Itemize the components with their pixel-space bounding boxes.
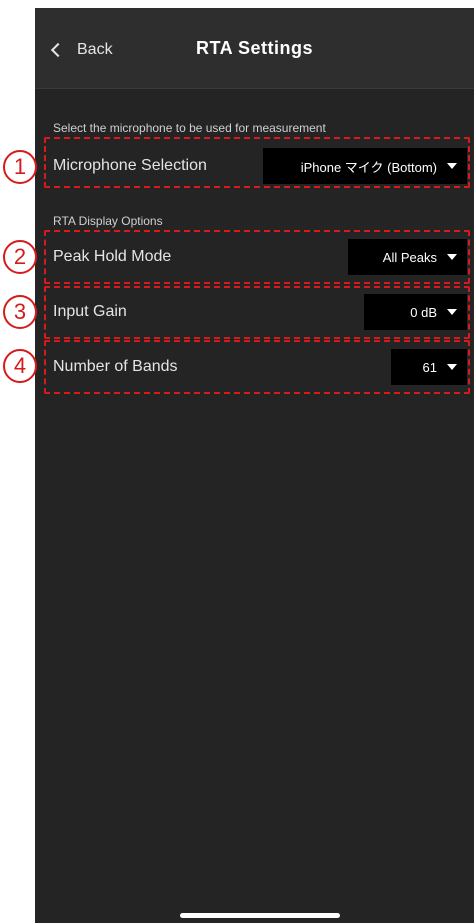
- home-indicator: [180, 913, 340, 918]
- nav-divider: [35, 88, 474, 89]
- annotation-badge-3: 3: [3, 295, 37, 329]
- navigation-bar: Back RTA Settings: [35, 8, 474, 88]
- annotation-box-3: [44, 286, 470, 339]
- annotation-box-2: [44, 230, 470, 284]
- annotation-box-4: [44, 340, 470, 394]
- annotation-badge-2: 2: [3, 240, 37, 274]
- display-options-caption: RTA Display Options: [53, 214, 163, 228]
- annotation-box-1: [44, 137, 470, 188]
- microphone-section-caption: Select the microphone to be used for mea…: [53, 121, 326, 135]
- page-title: RTA Settings: [196, 38, 313, 58]
- annotation-badge-1: 1: [3, 150, 37, 184]
- annotation-badge-4: 4: [3, 349, 37, 383]
